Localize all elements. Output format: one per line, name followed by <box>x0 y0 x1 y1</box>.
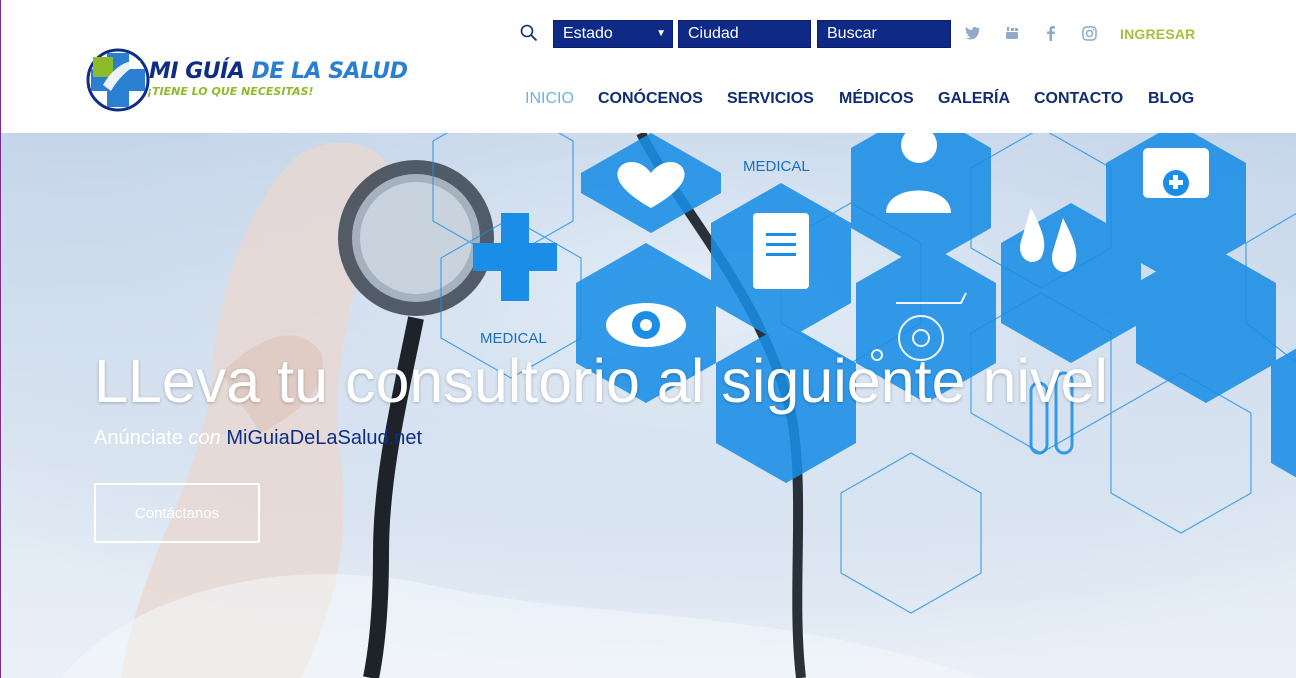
hero-subheadline: Anúnciate con MiGuiaDeLaSalud.net <box>94 427 422 450</box>
subheadline-site: MiGuiaDeLaSalud.net <box>226 427 423 449</box>
ciudad-field[interactable]: Ciudad <box>678 20 811 48</box>
site-header: MI GUÍA DE LA SALUD ¡TIENE LO QUE NECESI… <box>1 0 1296 133</box>
chevron-down-icon: ▼ <box>656 28 666 39</box>
buscar-field[interactable]: Buscar <box>817 20 951 48</box>
youtube-icon[interactable] <box>1003 24 1021 42</box>
estado-select-label: Estado <box>563 25 613 42</box>
logo-tagline: ¡TIENE LO QUE NECESITAS! <box>147 85 314 98</box>
hero-headline: LLeva tu consultorio al siguiente nivel <box>94 347 1108 415</box>
subheadline-con: con <box>188 427 221 449</box>
logo-title-b: DE LA SALUD <box>251 59 408 84</box>
page: MI GUÍA DE LA SALUD ¡TIENE LO QUE NECESI… <box>0 0 1296 678</box>
nav-item-galeria[interactable]: GALERÍA <box>938 90 1010 110</box>
medical-label-2: MEDICAL <box>480 330 547 347</box>
estado-select[interactable]: Estado ▼ <box>553 20 673 48</box>
subheadline-prefix: Anúnciate <box>94 427 183 449</box>
nav-item-servicios[interactable]: SERVICIOS <box>727 90 814 110</box>
ciudad-field-label: Ciudad <box>688 25 739 42</box>
buscar-field-label: Buscar <box>827 25 877 42</box>
nav-item-inicio[interactable]: INICIO <box>525 90 574 110</box>
logo-title-a: MI GUÍA <box>149 59 245 84</box>
login-link[interactable]: INGRESAR <box>1120 26 1196 42</box>
nav-item-conocenos[interactable]: CONÓCENOS <box>598 90 703 110</box>
search-icon[interactable] <box>520 24 538 42</box>
nav-item-contacto[interactable]: CONTACTO <box>1034 90 1123 110</box>
hero-banner: MEDICAL MEDICAL LLeva tu consultorio al … <box>1 133 1296 678</box>
logo-title: MI GUÍA DE LA SALUD <box>149 59 408 84</box>
instagram-icon[interactable] <box>1080 24 1098 42</box>
facebook-icon[interactable] <box>1042 24 1060 42</box>
logo-cross-icon <box>86 48 150 112</box>
nav-item-blog[interactable]: BLOG <box>1148 90 1194 110</box>
medical-label-1: MEDICAL <box>743 158 810 175</box>
site-logo[interactable]: MI GUÍA DE LA SALUD ¡TIENE LO QUE NECESI… <box>85 47 408 113</box>
nav-item-medicos[interactable]: MÉDICOS <box>839 90 914 110</box>
contactanos-button[interactable]: Contáctanos <box>94 483 260 543</box>
twitter-icon[interactable] <box>964 24 982 42</box>
